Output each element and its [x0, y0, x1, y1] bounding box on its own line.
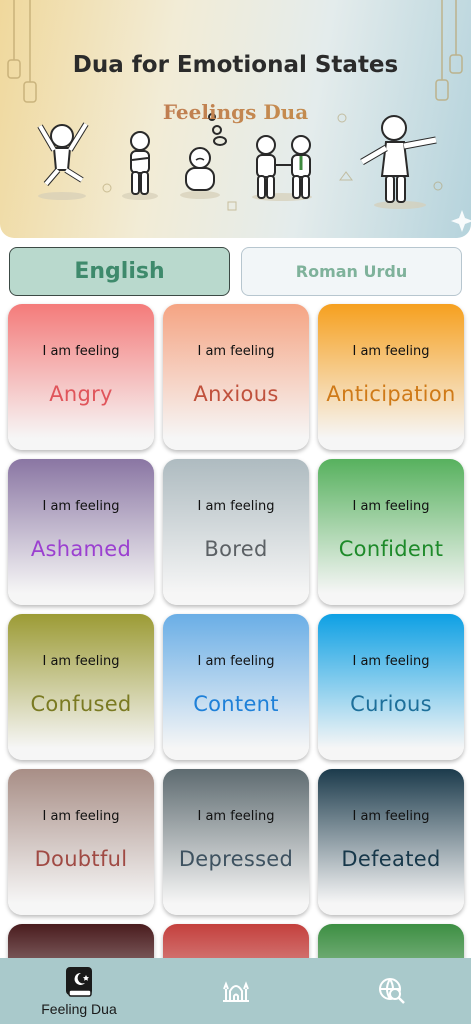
feeling-prefix: I am feeling [352, 809, 430, 824]
feeling-card[interactable]: I am feeling Angry [8, 304, 154, 450]
feeling-label: Content [193, 692, 279, 716]
feeling-card[interactable]: I am feeling Ashamed [8, 459, 154, 605]
feeling-label: Anxious [193, 382, 279, 406]
feeling-card[interactable]: I am feeling Anticipation [318, 304, 464, 450]
feeling-card[interactable]: I am feeling Confident [318, 459, 464, 605]
feeling-card[interactable]: I am feeling Anxious [163, 304, 309, 450]
feeling-prefix: I am feeling [42, 654, 120, 669]
feeling-label: Curious [350, 692, 432, 716]
feeling-card[interactable]: I am feeling Depressed [163, 769, 309, 915]
feeling-prefix: I am feeling [197, 654, 275, 669]
feeling-prefix: I am feeling [197, 499, 275, 514]
page-title: Dua for Emotional States [72, 52, 399, 78]
feeling-card[interactable]: I am feeling Bored [163, 459, 309, 605]
feeling-card[interactable]: I am feeling Content [163, 614, 309, 760]
nav-mosque[interactable] [214, 958, 258, 1024]
feeling-label: Angry [49, 382, 113, 406]
feeling-card[interactable]: I am feeling Defeated [318, 769, 464, 915]
feeling-label: Depressed [178, 847, 294, 871]
feeling-label: Defeated [341, 847, 441, 871]
nav-feeling-dua[interactable]: Feeling Dua [38, 958, 120, 1024]
feeling-card[interactable]: I am feeling Curious [318, 614, 464, 760]
tab-english[interactable]: English [9, 247, 230, 296]
tab-roman-urdu[interactable]: Roman Urdu [241, 247, 462, 296]
nav-globe-search[interactable] [370, 958, 414, 1024]
feeling-prefix: I am feeling [352, 344, 430, 359]
feeling-label: Confused [30, 692, 132, 716]
banner-subtitle: Feelings Dua [0, 100, 471, 124]
feeling-label: Ashamed [30, 537, 132, 561]
feeling-prefix: I am feeling [42, 499, 120, 514]
feeling-prefix: I am feeling [42, 809, 120, 824]
mosque-icon [223, 981, 249, 1002]
header-banner: Dua for Emotional States Feelings Dua [0, 0, 471, 238]
feeling-prefix: I am feeling [197, 809, 275, 824]
bottom-nav: Feeling Dua [0, 958, 471, 1024]
globe-search-icon [379, 978, 405, 1004]
feeling-label: Doubtful [34, 847, 128, 871]
book-icon [66, 967, 92, 997]
feeling-card[interactable]: I am feeling Doubtful [8, 769, 154, 915]
feeling-label: Bored [204, 537, 268, 561]
nav-label: Feeling Dua [41, 1001, 117, 1017]
feeling-prefix: I am feeling [197, 344, 275, 359]
feeling-prefix: I am feeling [352, 499, 430, 514]
feeling-label: Confident [338, 537, 444, 561]
feeling-card[interactable]: I am feeling Confused [8, 614, 154, 760]
feeling-label: Anticipation [326, 382, 456, 406]
feeling-prefix: I am feeling [352, 654, 430, 669]
feeling-prefix: I am feeling [42, 344, 120, 359]
